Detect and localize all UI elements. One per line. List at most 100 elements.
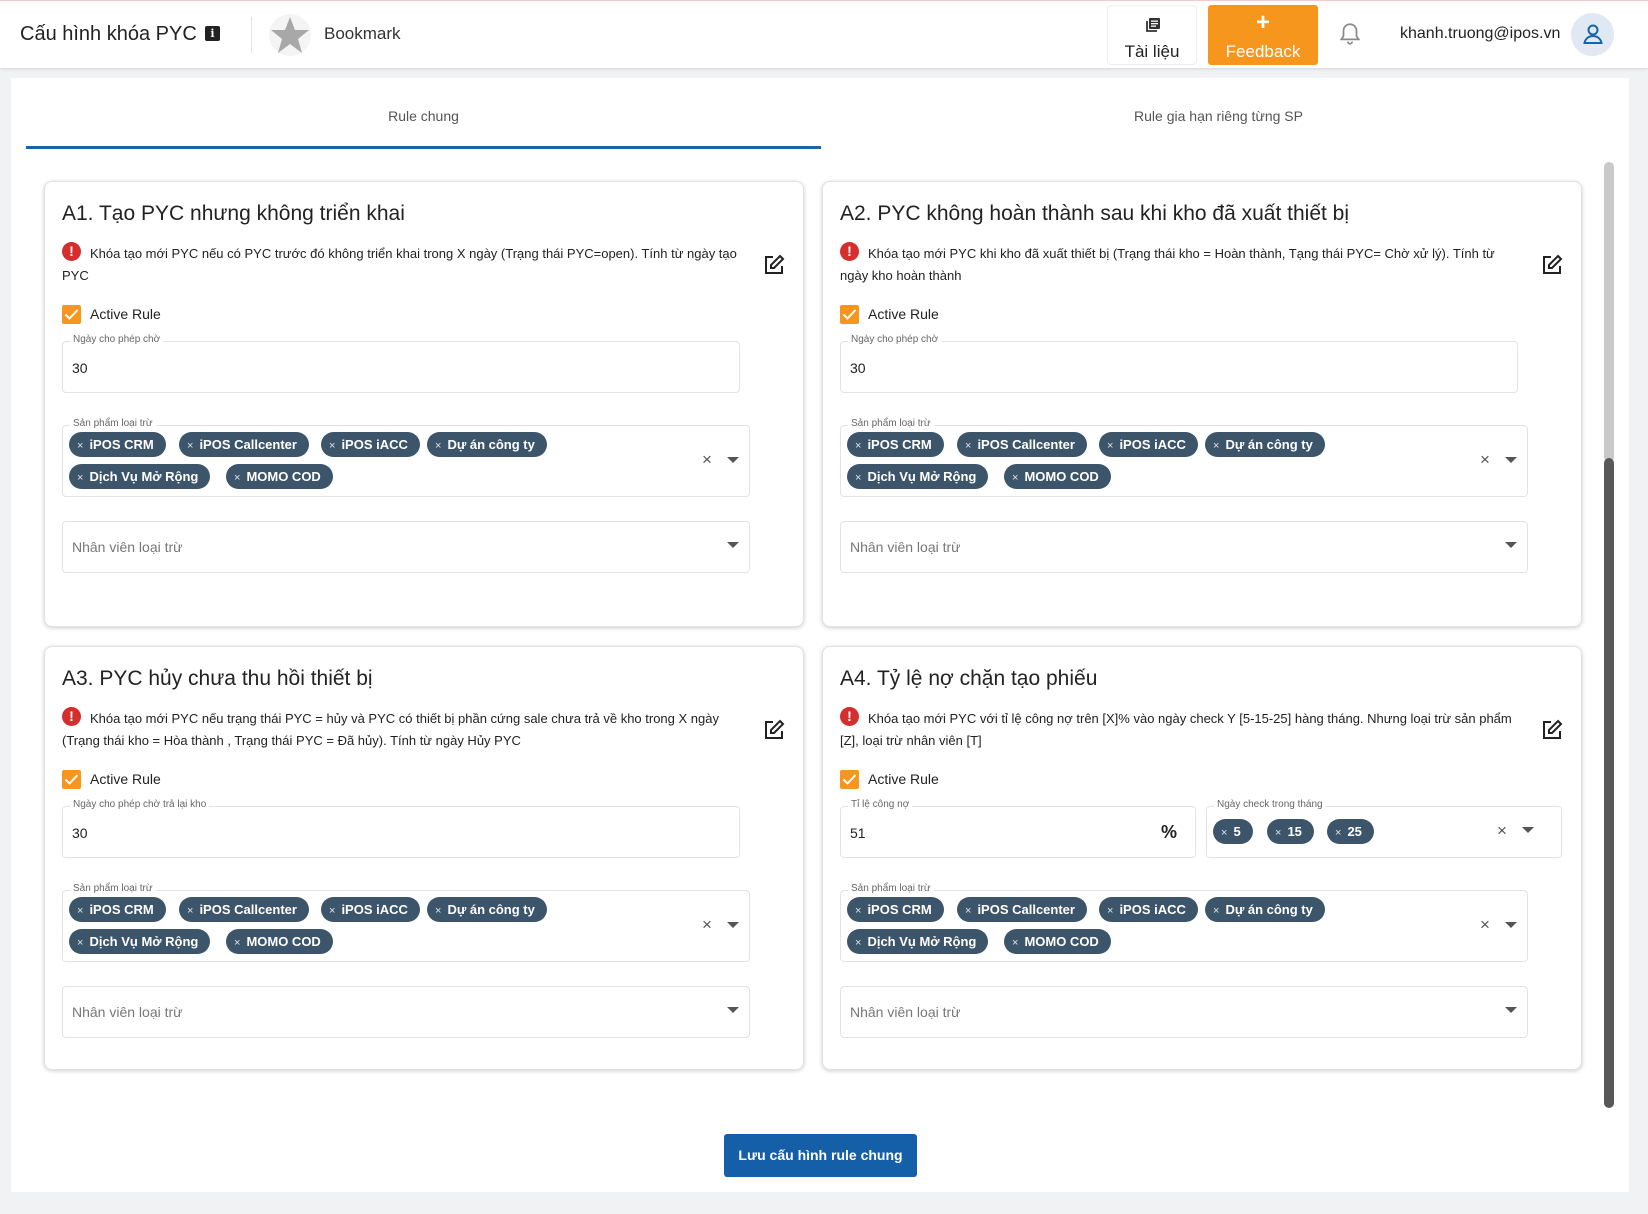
chip-remove-icon: × — [1221, 827, 1228, 839]
edit-icon[interactable] — [1541, 254, 1563, 276]
day-chip[interactable]: × 25 — [1327, 819, 1374, 844]
active-rule-label: Active Rule — [90, 306, 161, 322]
user-icon — [1583, 24, 1603, 44]
chip-remove-icon: × — [1107, 440, 1114, 452]
chip-remove-icon: × — [77, 440, 84, 452]
chevron-down-icon[interactable] — [1505, 922, 1517, 928]
excluded-staff-select[interactable]: Nhân viên loại trừ — [840, 521, 1528, 573]
product-chip[interactable]: × Dự án công ty — [1205, 432, 1325, 457]
excluded-staff-select[interactable]: Nhân viên loại trừ — [62, 986, 750, 1038]
clear-icon[interactable]: × — [702, 450, 712, 470]
chip-remove-icon: × — [1107, 905, 1114, 917]
chip-remove-icon: × — [1213, 440, 1220, 452]
rule-card-a4: A4. Tỷ lệ nợ chặn tạo phiếu Khóa tạo mới… — [822, 646, 1582, 1070]
chevron-down-icon[interactable] — [727, 542, 739, 548]
info-icon[interactable]: i — [205, 26, 220, 41]
active-rule-checkbox[interactable] — [62, 305, 81, 324]
excluded-products-select[interactable]: Sản phẩm loại trừ × iPOS CRM × iPOS Callce… — [62, 883, 750, 962]
product-chip[interactable]: × Dịch Vụ Mở Rộng — [847, 929, 989, 954]
chip-remove-icon: × — [1335, 827, 1342, 839]
user-email[interactable]: khanh.truong@ipos.vn — [1400, 25, 1560, 43]
field-value: 51 — [850, 825, 866, 841]
product-chip[interactable]: × iPOS CRM — [847, 432, 944, 457]
active-rule-checkbox[interactable] — [840, 305, 859, 324]
active-rule-checkbox[interactable] — [840, 770, 859, 789]
clear-icon[interactable]: × — [1480, 915, 1490, 935]
chip-remove-icon: × — [187, 440, 194, 452]
excluded-staff-select[interactable]: Nhân viên loại trừ — [840, 986, 1528, 1038]
chip-remove-icon: × — [234, 937, 241, 949]
chevron-down-icon[interactable] — [727, 457, 739, 463]
product-chip[interactable]: × iPOS Callcenter — [179, 897, 309, 922]
chip-remove-icon: × — [77, 905, 84, 917]
chevron-down-icon[interactable] — [727, 1007, 739, 1013]
product-chip[interactable]: × Dịch Vụ Mở Rộng — [69, 929, 211, 954]
product-chip[interactable]: × Dự án công ty — [1205, 897, 1325, 922]
product-chip[interactable]: × iPOS iACC — [1099, 897, 1198, 922]
product-chip[interactable]: × iPOS CRM — [847, 897, 944, 922]
rule-card-a3: A3. PYC hủy chưa thu hồi thiết bị Khóa t… — [44, 646, 804, 1070]
tab-rule-chung[interactable]: Rule chung — [26, 108, 821, 148]
warning-icon: ! — [62, 707, 81, 726]
excluded-products-select[interactable]: Sản phẩm loại trừ × iPOS CRM × iPOS Callce… — [62, 418, 750, 497]
save-common-rules-button[interactable]: Lưu cấu hình rule chung — [724, 1134, 917, 1177]
bookmark-label[interactable]: Bookmark — [324, 24, 401, 44]
product-chip[interactable]: × iPOS iACC — [1099, 432, 1198, 457]
day-chip[interactable]: × 5 — [1213, 819, 1253, 844]
chip-remove-icon: × — [1012, 937, 1019, 949]
excluded-products-select[interactable]: Sản phẩm loại trừ × iPOS CRM × iPOS Callce… — [840, 418, 1528, 497]
bell-icon[interactable] — [1337, 21, 1363, 47]
product-chip[interactable]: × MOMO COD — [226, 929, 333, 954]
product-chip[interactable]: × Dịch Vụ Mở Rộng — [69, 464, 211, 489]
feedback-button[interactable]: + Feedback — [1208, 5, 1318, 65]
product-chip[interactable]: × iPOS iACC — [321, 432, 420, 457]
check-days-select[interactable]: Ngày check trong tháng × 5 × 15 × 25 × — [1206, 799, 1562, 858]
wait-days-return-field[interactable]: Ngày cho phép chờ trả lại kho 30 — [62, 799, 740, 858]
product-chip[interactable]: × iPOS Callcenter — [179, 432, 309, 457]
edit-icon[interactable] — [1541, 719, 1563, 741]
checkbox-icon — [64, 309, 79, 320]
clear-icon[interactable]: × — [1497, 821, 1507, 841]
product-chip[interactable]: × MOMO COD — [226, 464, 333, 489]
avatar[interactable] — [1571, 13, 1614, 56]
field-label: Sản phẩm loại trừ — [70, 418, 156, 429]
scrollbar-track[interactable] — [1604, 162, 1614, 462]
chevron-down-icon[interactable] — [1505, 1007, 1517, 1013]
wait-days-field[interactable]: Ngày cho phép chờ 30 — [840, 334, 1518, 393]
excluded-products-select[interactable]: Sản phẩm loại trừ × iPOS CRM × iPOS Callce… — [840, 883, 1528, 962]
tab-rule-gia-han[interactable]: Rule gia hạn riêng từng SP — [821, 108, 1616, 148]
wait-days-field[interactable]: Ngày cho phép chờ 30 — [62, 334, 740, 393]
field-label: Sản phẩm loại trừ — [848, 418, 934, 429]
debt-ratio-field[interactable]: Tỉ lệ công nợ 51 % — [840, 799, 1196, 858]
active-rule-checkbox[interactable] — [62, 770, 81, 789]
star-icon[interactable] — [268, 13, 312, 57]
edit-icon[interactable] — [763, 254, 785, 276]
product-chip[interactable]: × iPOS iACC — [321, 897, 420, 922]
excluded-staff-select[interactable]: Nhân viên loại trừ — [62, 521, 750, 573]
clear-icon[interactable]: × — [1480, 450, 1490, 470]
product-chip[interactable]: × iPOS Callcenter — [957, 432, 1087, 457]
card-title: A2. PYC không hoàn thành sau khi kho đã … — [840, 202, 1350, 225]
field-label: Sản phẩm loại trừ — [70, 883, 156, 894]
chevron-down-icon[interactable] — [727, 922, 739, 928]
chevron-down-icon[interactable] — [1505, 542, 1517, 548]
product-chip[interactable]: × MOMO COD — [1004, 929, 1111, 954]
product-chip[interactable]: × MOMO COD — [1004, 464, 1111, 489]
scrollbar-thumb[interactable] — [1604, 458, 1614, 1108]
product-chip[interactable]: × iPOS Callcenter — [957, 897, 1087, 922]
product-chip[interactable]: × iPOS CRM — [69, 897, 166, 922]
docs-button[interactable]: Tài liệu — [1107, 5, 1197, 65]
chevron-down-icon[interactable] — [1505, 457, 1517, 463]
rule-card-a1: A1. Tạo PYC nhưng không triển khai Khóa … — [44, 181, 804, 627]
product-chip[interactable]: × Dự án công ty — [427, 432, 547, 457]
chevron-down-icon[interactable] — [1522, 827, 1534, 833]
product-chip[interactable]: × Dịch Vụ Mở Rộng — [847, 464, 989, 489]
day-chip[interactable]: × 15 — [1267, 819, 1314, 844]
product-chip[interactable]: × Dự án công ty — [427, 897, 547, 922]
chip-remove-icon: × — [1275, 827, 1282, 839]
clear-icon[interactable]: × — [702, 915, 712, 935]
product-chip[interactable]: × iPOS CRM — [69, 432, 166, 457]
chip-remove-icon: × — [234, 472, 241, 484]
top-bar: Cấu hình khóa PYC i Bookmark Tài liệu + … — [0, 0, 1648, 68]
edit-icon[interactable] — [763, 719, 785, 741]
